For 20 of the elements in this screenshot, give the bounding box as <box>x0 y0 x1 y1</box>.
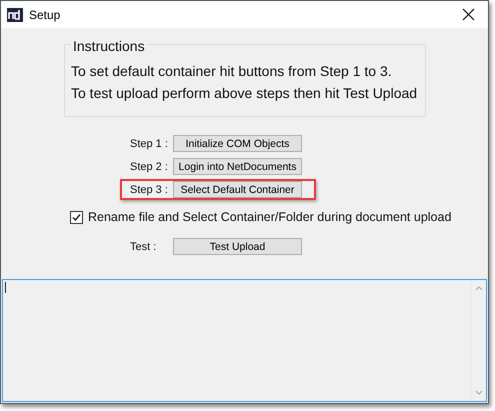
scroll-down-icon[interactable] <box>474 390 482 395</box>
step-button[interactable]: Login into NetDocuments <box>173 158 302 175</box>
log-field[interactable] <box>2 279 487 402</box>
step-label: Step 2 : <box>130 160 169 172</box>
instruction-text: To set default container hit buttons from Step 1 to 3. <box>71 63 393 79</box>
step-label: Step 3 : <box>130 184 169 196</box>
test-upload-button[interactable]: Test Upload <box>173 238 302 255</box>
app-logo-icon <box>7 8 23 22</box>
step-label: Step 1 : <box>130 138 169 150</box>
checkbox[interactable] <box>70 210 83 224</box>
text-cursor <box>5 282 6 293</box>
group-title: Instructions <box>71 38 147 54</box>
close-icon[interactable] <box>462 8 474 21</box>
step-button[interactable]: Select Default Container <box>173 181 302 198</box>
window-title: Setup <box>29 8 62 22</box>
test-label: Test : <box>130 240 158 252</box>
checkbox-label: Rename file and Select Container/Folder during document upload <box>88 210 452 224</box>
step-button[interactable]: Initialize COM Objects <box>173 135 302 152</box>
scroll-up-icon[interactable] <box>474 286 482 291</box>
instruction-text: To test upload perform above steps then hit Test Upload <box>71 85 418 101</box>
